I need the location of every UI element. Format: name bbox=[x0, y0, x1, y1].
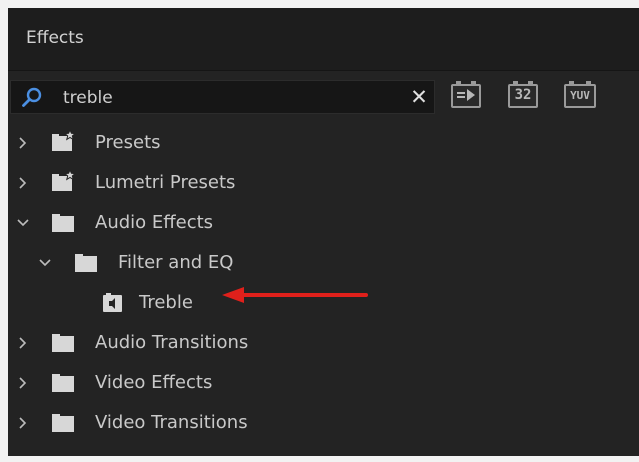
tree-item-label: Audio Transitions bbox=[95, 332, 249, 353]
yuv-filter-button[interactable]: YUV bbox=[564, 81, 596, 108]
panel-title[interactable]: Effects bbox=[26, 28, 84, 48]
folder-icon bbox=[52, 214, 74, 232]
tree-item-label: Video Transitions bbox=[95, 412, 248, 433]
folder-icon bbox=[52, 414, 74, 432]
tree-item-label: Video Effects bbox=[95, 372, 213, 393]
tree-item-label: Presets bbox=[95, 132, 161, 153]
preset-bin-icon bbox=[52, 130, 77, 151]
tree-item-label: Filter and EQ bbox=[118, 252, 234, 273]
close-icon[interactable]: ✕ bbox=[408, 85, 430, 109]
tree-item-audio-effects[interactable]: Audio Effects bbox=[8, 203, 639, 243]
preset-bin-icon bbox=[52, 170, 77, 191]
folder-icon bbox=[75, 254, 97, 272]
tree-item-filter-and-eq[interactable]: Filter and EQ bbox=[8, 243, 639, 283]
search-icon[interactable] bbox=[21, 87, 43, 109]
effects-tree: Presets Lumetri Presets Audio Effects Fi… bbox=[8, 123, 639, 443]
chevron-down-icon[interactable] bbox=[38, 256, 52, 270]
chevron-right-icon[interactable] bbox=[16, 416, 30, 430]
tree-item-label: Audio Effects bbox=[95, 212, 214, 233]
search-box[interactable]: ✕ bbox=[10, 80, 435, 114]
32-bit-color-filter-button[interactable]: 32 bbox=[508, 81, 538, 108]
audio-effect-icon bbox=[103, 293, 122, 312]
chevron-right-icon[interactable] bbox=[16, 336, 30, 350]
annotation-arrow-icon bbox=[222, 287, 368, 303]
tree-item-video-transitions[interactable]: Video Transitions bbox=[8, 403, 639, 443]
tree-item-label: Lumetri Presets bbox=[95, 172, 236, 193]
folder-icon bbox=[52, 374, 74, 392]
chevron-down-icon[interactable] bbox=[16, 216, 30, 230]
32-bit-color-icon: 32 bbox=[514, 87, 532, 103]
folder-icon bbox=[52, 334, 74, 352]
search-input[interactable] bbox=[63, 87, 393, 109]
yuv-effects-icon: YUV bbox=[570, 89, 590, 102]
search-row: ✕ 32 YUV bbox=[8, 71, 639, 121]
effects-panel: Effects ✕ 32 YUV bbox=[8, 8, 639, 456]
chevron-right-icon[interactable] bbox=[16, 176, 30, 190]
accelerated-effects-filter-button[interactable] bbox=[451, 81, 481, 108]
chevron-right-icon[interactable] bbox=[16, 376, 30, 390]
tree-item-audio-transitions[interactable]: Audio Transitions bbox=[8, 323, 639, 363]
tree-item-lumetri-presets[interactable]: Lumetri Presets bbox=[8, 163, 639, 203]
tree-item-video-effects[interactable]: Video Effects bbox=[8, 363, 639, 403]
tree-item-label: Treble bbox=[139, 292, 193, 313]
panel-header: Effects bbox=[8, 8, 639, 71]
tree-item-presets[interactable]: Presets bbox=[8, 123, 639, 163]
chevron-right-icon[interactable] bbox=[16, 136, 30, 150]
accelerated-effects-icon bbox=[457, 89, 475, 101]
